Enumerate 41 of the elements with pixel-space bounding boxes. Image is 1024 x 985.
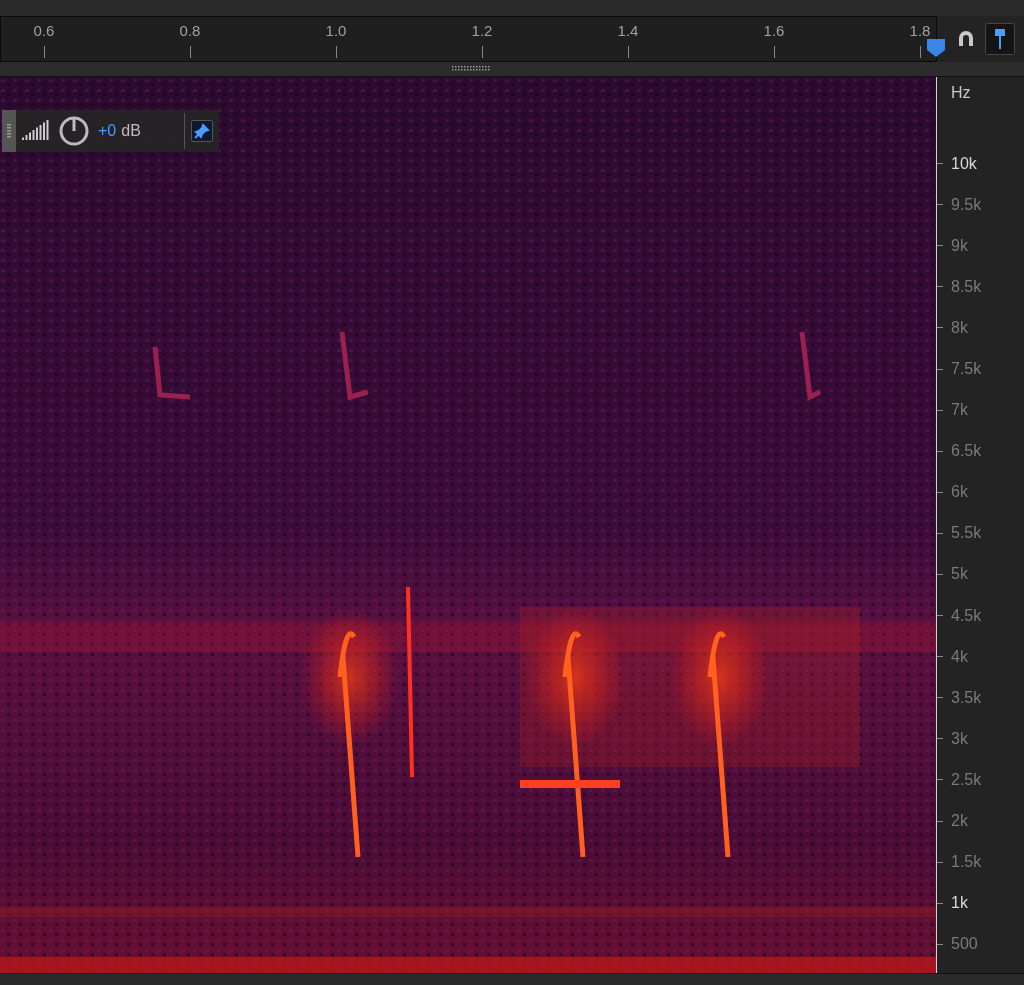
frequency-label: 3.5k — [951, 687, 982, 708]
frequency-label: 1.5k — [951, 852, 982, 873]
frequency-label: 3k — [951, 728, 968, 749]
frequency-label: 2k — [951, 811, 968, 832]
frequency-label: 4k — [951, 646, 968, 667]
power-knob-icon[interactable] — [58, 115, 90, 147]
frequency-label: 500 — [951, 934, 978, 955]
frequency-label: 9k — [951, 235, 968, 256]
time-label: 1.0 — [325, 22, 347, 40]
time-label: 1.6 — [763, 22, 785, 40]
frequency-label: 10k — [951, 153, 977, 174]
frequency-label: 5k — [951, 564, 968, 585]
pin-icon — [993, 28, 1007, 50]
time-label: 1.4 — [617, 22, 639, 40]
time-ruler[interactable]: 0.6 0.8 1.0 1.2 1.4 1.6 1.8 — [0, 16, 937, 62]
time-label: 0.8 — [179, 22, 201, 40]
frequency-label: 7.5k — [951, 359, 982, 379]
grip-handle[interactable] — [2, 110, 16, 152]
frequency-label: 1k — [951, 893, 968, 914]
frequency-label: 5.5k — [951, 523, 982, 544]
frequency-label: 6k — [951, 482, 968, 503]
frequency-label: 7k — [951, 400, 968, 421]
pin-button[interactable] — [985, 23, 1015, 55]
time-label: 1.8 — [909, 22, 931, 40]
frequency-label: 2.5k — [951, 769, 982, 790]
playhead-marker-icon[interactable] — [926, 38, 946, 58]
pin-hud-button[interactable] — [191, 120, 213, 142]
time-label: 1.2 — [471, 22, 493, 40]
drag-handle-icon[interactable] — [452, 66, 492, 72]
frequency-label: 4.5k — [951, 605, 982, 626]
signal-bars-icon — [22, 120, 50, 142]
grip-icon — [7, 124, 11, 138]
gain-unit: dB — [121, 121, 141, 141]
unit-label: Hz — [951, 83, 972, 101]
time-label: 0.6 — [33, 22, 55, 40]
pin-icon — [194, 123, 210, 139]
frequency-label: 6.5k — [951, 441, 982, 462]
frequency-label: 9.5k — [951, 194, 982, 215]
gain-value[interactable]: +0 — [98, 119, 117, 143]
frequency-label: 8.5k — [951, 276, 982, 297]
frequency-label: 8k — [951, 317, 968, 338]
